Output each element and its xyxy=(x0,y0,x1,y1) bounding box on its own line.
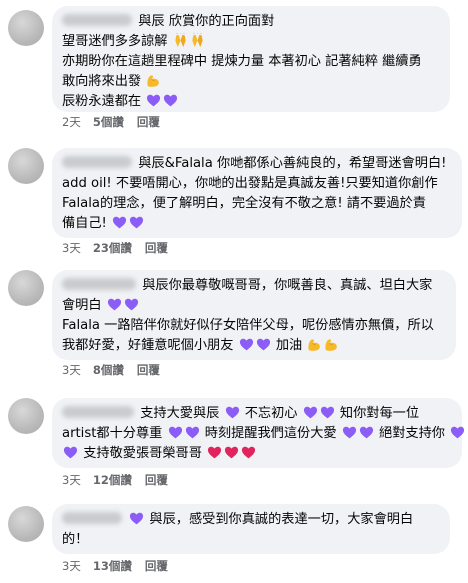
comment-text-line: artist都十分尊重 xyxy=(62,426,163,441)
comment-text-line: 與辰你最尊敬嘅哥哥，你嘅善良、真誠、坦白大家 xyxy=(142,278,433,293)
commenter-name[interactable] xyxy=(62,14,132,26)
comment-text-line: 敢向將來出發 xyxy=(62,74,142,89)
comment-meta: 2天 5個讚 回覆 xyxy=(62,114,173,130)
commenter-name[interactable] xyxy=(62,406,134,418)
avatar[interactable] xyxy=(8,270,44,306)
comment-time[interactable]: 3天 xyxy=(62,559,81,573)
comment-bubble: 與辰 欣賞你的正向面對 望哥迷們多多諒解 亦期盼你在這趟里程碑中 提煉力量 本著… xyxy=(52,6,450,112)
purple-heart-icon xyxy=(124,297,139,312)
comment-feed: 與辰 欣賞你的正向面對 望哥迷們多多諒解 亦期盼你在這趟里程碑中 提煉力量 本著… xyxy=(0,0,468,583)
comment-bubble: 與辰，感受到你真誠的表達一切，大家會明白 的！ xyxy=(52,504,450,554)
flexed-biceps-icon xyxy=(146,73,161,88)
comment-text-line: 望哥迷們多多諒解 xyxy=(62,34,168,49)
comment-text-line: 辰粉永遠都在 xyxy=(62,94,142,109)
reply-button[interactable]: 回覆 xyxy=(137,363,160,377)
comment-text-line: 與辰 欣賞你的正向面對 xyxy=(138,14,275,29)
comment-time[interactable]: 3天 xyxy=(62,363,81,377)
purple-heart-icon xyxy=(63,445,78,460)
flexed-biceps-icon xyxy=(307,337,322,352)
purple-heart-icon xyxy=(320,405,335,420)
purple-heart-icon xyxy=(146,93,161,108)
comment-text-line: 與辰，感受到你真誠的表達一切，大家會明白 xyxy=(149,512,414,527)
purple-heart-icon xyxy=(342,425,357,440)
purple-heart-icon xyxy=(239,337,254,352)
comment-text-line: 與辰&Falala 你哋都係心善純良的，希望哥迷會明白! xyxy=(138,156,447,171)
folded-hands-icon xyxy=(190,33,205,48)
comment-text-line: Falala 一路陪伴你就好似仔女陪伴父母，呢份感情亦無價，所以 xyxy=(62,318,434,333)
comment-bubble: 支持大愛與辰 不忘初心 知你對每一位 artist都十分尊重 時刻提醒我們這份大… xyxy=(52,398,462,468)
reply-button[interactable]: 回覆 xyxy=(137,115,160,129)
purple-heart-icon xyxy=(112,215,127,230)
purple-heart-icon xyxy=(450,425,465,440)
comment-text-line: 支持大愛與辰 xyxy=(140,406,220,421)
comment-time[interactable]: 3天 xyxy=(62,241,81,255)
flexed-biceps-icon xyxy=(324,337,339,352)
red-heart-icon xyxy=(224,445,239,460)
comment-text-line: 亦期盼你在這趟里程碑中 提煉力量 本著初心 記著純粹 繼續勇 xyxy=(62,54,422,69)
comment-text-line: 絕對支持你 xyxy=(379,426,445,441)
avatar[interactable] xyxy=(8,398,44,434)
comment-text-line: 我都好愛，好鍾意呢個小朋友 xyxy=(62,338,234,353)
red-heart-icon xyxy=(241,445,256,460)
red-heart-icon xyxy=(207,445,222,460)
reply-button[interactable]: 回覆 xyxy=(145,559,168,573)
comment-meta: 3天 13個讚 回覆 xyxy=(62,558,181,574)
like-count[interactable]: 13個讚 xyxy=(93,559,132,573)
purple-heart-icon xyxy=(163,93,178,108)
purple-heart-icon xyxy=(129,215,144,230)
reply-button[interactable]: 回覆 xyxy=(145,473,168,487)
purple-heart-icon xyxy=(225,405,240,420)
commenter-name[interactable] xyxy=(62,156,132,168)
reply-button[interactable]: 回覆 xyxy=(145,241,168,255)
comment-bubble: 與辰&Falala 你哋都係心善純良的，希望哥迷會明白! add oil! 不要… xyxy=(52,148,462,238)
comment-text-line: 不忘初心 xyxy=(244,406,298,421)
folded-hands-icon xyxy=(173,33,188,48)
comment-text-line: 的！ xyxy=(62,532,89,547)
comment-meta: 3天 8個讚 回覆 xyxy=(62,362,173,378)
comment-text-line: 會明白 xyxy=(62,298,102,313)
comment-text-line: 備自己! xyxy=(62,216,107,231)
comment-time[interactable]: 2天 xyxy=(62,115,81,129)
purple-heart-icon xyxy=(185,425,200,440)
comment-meta: 3天 23個讚 回覆 xyxy=(62,240,181,256)
like-count[interactable]: 12個讚 xyxy=(93,473,132,487)
purple-heart-icon xyxy=(256,337,271,352)
like-count[interactable]: 8個讚 xyxy=(93,363,124,377)
comment-time[interactable]: 3天 xyxy=(62,473,81,487)
like-count[interactable]: 5個讚 xyxy=(93,115,124,129)
commenter-name[interactable] xyxy=(62,278,136,290)
comment-bubble: 與辰你最尊敬嘅哥哥，你嘅善良、真誠、坦白大家 會明白 Falala 一路陪伴你就… xyxy=(52,270,456,360)
comment-text-line: add oil! 不要唔開心，你哋的出發點是真誠友善!只要知道你創作 xyxy=(62,176,438,191)
like-count[interactable]: 23個讚 xyxy=(93,241,132,255)
avatar[interactable] xyxy=(8,148,44,184)
comment-text-line: 支持敬愛張哥榮哥哥 xyxy=(83,446,202,461)
comment-text-line: Falala的理念，便了解明白，完全沒有不敬之意! 請不要過於責 xyxy=(62,196,426,211)
comment-text-line: 時刻提醒我們這份大愛 xyxy=(204,426,337,441)
purple-heart-icon xyxy=(168,425,183,440)
comment-text-line: 知你對每一位 xyxy=(339,406,420,421)
avatar[interactable] xyxy=(8,506,44,542)
purple-heart-icon xyxy=(129,511,144,526)
purple-heart-icon xyxy=(107,297,122,312)
purple-heart-icon xyxy=(303,405,318,420)
avatar[interactable] xyxy=(8,10,44,46)
comment-text-line: 加油 xyxy=(275,338,303,353)
commenter-name[interactable] xyxy=(62,512,122,524)
comment-meta: 3天 12個讚 回覆 xyxy=(62,472,181,488)
purple-heart-icon xyxy=(359,425,374,440)
